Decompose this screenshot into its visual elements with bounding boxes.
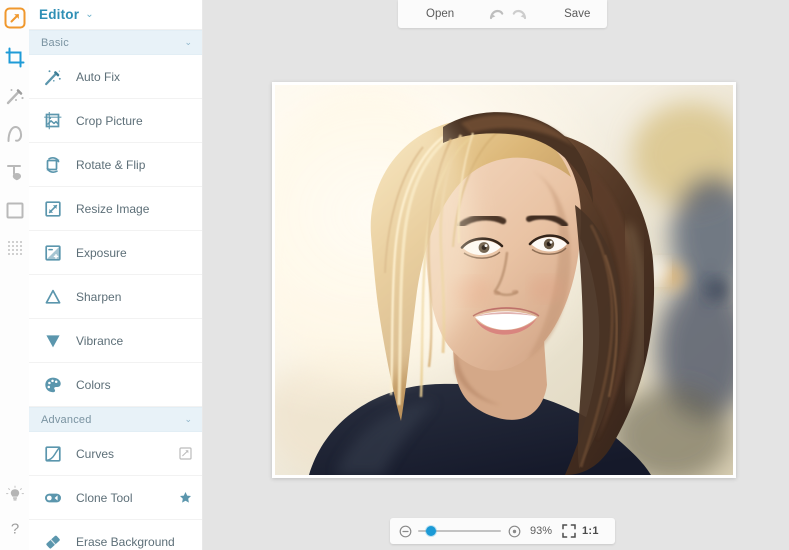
vibrance-icon bbox=[42, 330, 64, 352]
colors-palette-icon bbox=[42, 374, 64, 396]
item-badge bbox=[178, 158, 192, 172]
tips-lightbulb-icon[interactable] bbox=[3, 483, 27, 507]
open-button[interactable]: Open bbox=[418, 5, 462, 23]
section-label: Basic bbox=[41, 36, 69, 49]
item-badge bbox=[178, 378, 192, 392]
chevron-down-icon[interactable]: ⌄ bbox=[184, 37, 192, 48]
star-badge-icon[interactable] bbox=[178, 491, 192, 505]
item-badge bbox=[178, 535, 192, 549]
sidebar-item-label: Resize Image bbox=[76, 201, 150, 216]
sidebar-item-label: Exposure bbox=[76, 245, 127, 260]
sidebar-item-label: Curves bbox=[76, 446, 115, 461]
sidebar-header[interactable]: Editor ⌄ bbox=[29, 0, 202, 30]
editor-window: ? Editor ⌄ Basic ⌄ Auto Fix Crop Picture… bbox=[0, 0, 789, 550]
actual-size-button[interactable]: 1:1 bbox=[582, 525, 599, 537]
help-question-icon[interactable]: ? bbox=[3, 516, 27, 540]
sidebar-item-label: Vibrance bbox=[76, 333, 124, 348]
editor-sidebar: Editor ⌄ Basic ⌄ Auto Fix Crop Picture R… bbox=[29, 0, 203, 550]
photo-canvas[interactable] bbox=[275, 85, 733, 475]
fit-to-screen-icon[interactable] bbox=[561, 524, 576, 538]
canvas-area[interactable]: 93% 1:1 bbox=[203, 0, 789, 550]
sidebar-item-label: Clone Tool bbox=[76, 490, 133, 505]
sidebar-item-auto-fix[interactable]: Auto Fix bbox=[29, 55, 202, 99]
item-badge bbox=[178, 290, 192, 304]
magic-wand-icon[interactable] bbox=[3, 84, 27, 108]
sidebar-item-erase-background[interactable]: Erase Background bbox=[29, 520, 202, 550]
item-badge bbox=[178, 70, 192, 84]
app-logo-icon[interactable] bbox=[3, 6, 27, 30]
sidebar-item-label: Colors bbox=[76, 377, 111, 392]
undo-redo-group bbox=[488, 7, 528, 21]
sidebar-item-label: Erase Background bbox=[76, 534, 175, 549]
exposure-icon bbox=[42, 242, 64, 264]
zoom-in-icon[interactable] bbox=[507, 524, 521, 538]
zoom-out-icon[interactable] bbox=[398, 524, 412, 538]
tool-rail: ? bbox=[0, 0, 30, 550]
top-toolbar: Open Save bbox=[398, 0, 607, 28]
undo-icon[interactable] bbox=[488, 7, 504, 21]
erase-background-icon bbox=[42, 531, 64, 550]
sidebar-item-sharpen[interactable]: Sharpen bbox=[29, 275, 202, 319]
sidebar-item-exposure[interactable]: Exposure bbox=[29, 231, 202, 275]
sidebar-item-resize-image[interactable]: Resize Image bbox=[29, 187, 202, 231]
text-tool-icon[interactable] bbox=[3, 160, 27, 184]
sidebar-item-colors[interactable]: Colors bbox=[29, 363, 202, 407]
zoom-slider-knob[interactable] bbox=[426, 526, 436, 536]
portrait-photo bbox=[275, 85, 733, 475]
item-badge bbox=[178, 114, 192, 128]
save-button[interactable]: Save bbox=[556, 5, 598, 23]
square-badge-icon[interactable] bbox=[178, 447, 192, 461]
svg-text:?: ? bbox=[10, 521, 18, 538]
zoom-toolbar: 93% 1:1 bbox=[390, 518, 615, 544]
item-badge bbox=[178, 202, 192, 216]
zoom-slider[interactable] bbox=[418, 524, 501, 538]
clone-tool-icon bbox=[42, 487, 64, 509]
chevron-down-icon[interactable]: ⌄ bbox=[184, 414, 192, 425]
item-badge bbox=[178, 246, 192, 260]
sidebar-item-label: Rotate & Flip bbox=[76, 157, 146, 172]
section-label: Advanced bbox=[41, 413, 92, 426]
sidebar-item-label: Sharpen bbox=[76, 289, 122, 304]
rotate-flip-icon bbox=[42, 154, 64, 176]
sidebar-item-label: Auto Fix bbox=[76, 69, 121, 84]
portrait-retouch-icon[interactable] bbox=[3, 122, 27, 146]
redo-icon[interactable] bbox=[512, 7, 528, 21]
sidebar-item-rotate-flip[interactable]: Rotate & Flip bbox=[29, 143, 202, 187]
sidebar-item-crop-picture[interactable]: Crop Picture bbox=[29, 99, 202, 143]
sidebar-item-clone-tool[interactable]: Clone Tool bbox=[29, 476, 202, 520]
chevron-down-icon[interactable]: ⌄ bbox=[85, 9, 93, 20]
frame-tool-icon[interactable] bbox=[3, 198, 27, 222]
photo-frame bbox=[272, 82, 736, 478]
section-header-advanced[interactable]: Advanced ⌄ bbox=[29, 407, 202, 432]
resize-image-icon bbox=[42, 198, 64, 220]
sidebar-item-curves[interactable]: Curves bbox=[29, 432, 202, 476]
zoom-percent-label: 93% bbox=[529, 525, 553, 537]
texture-tool-icon[interactable] bbox=[3, 236, 27, 260]
crop-picture-icon bbox=[42, 110, 64, 132]
item-badge bbox=[178, 334, 192, 348]
section-header-basic[interactable]: Basic ⌄ bbox=[29, 30, 202, 55]
sidebar-item-vibrance[interactable]: Vibrance bbox=[29, 319, 202, 363]
magic-wand-icon bbox=[42, 66, 64, 88]
crop-tool-icon[interactable] bbox=[3, 46, 27, 70]
page-title: Editor bbox=[39, 7, 80, 22]
sharpen-icon bbox=[42, 286, 64, 308]
curves-icon bbox=[42, 443, 64, 465]
sidebar-item-label: Crop Picture bbox=[76, 113, 143, 128]
